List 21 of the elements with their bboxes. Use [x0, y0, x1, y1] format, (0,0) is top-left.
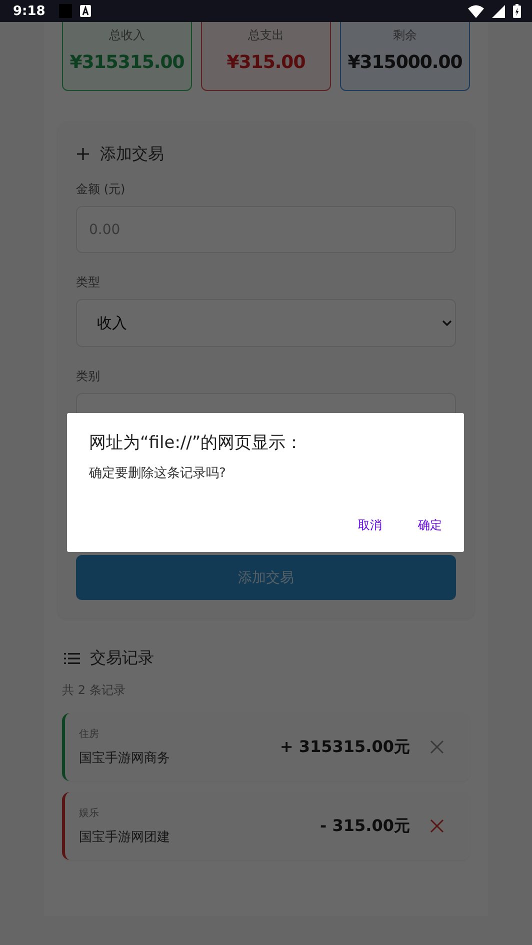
section-title: 添加交易 [100, 144, 164, 164]
record-note: 国宝手游网团建 [79, 829, 171, 846]
clock: 9:18 [13, 4, 46, 18]
record-amount: + 315315.00元 [280, 736, 410, 758]
dialog-message: 确定要删除这条记录吗? [89, 465, 227, 482]
summary-label: 剩余 [393, 27, 417, 44]
summary-label: 总支出 [248, 27, 284, 44]
summary-value: ¥315000.00 [348, 52, 462, 73]
summary-value: ¥315.00 [226, 52, 306, 73]
record-note: 国宝手游网商务 [79, 750, 171, 767]
summary-value: ¥315315.00 [70, 52, 184, 73]
field-label: 类别 [76, 368, 101, 385]
record-amount: - 315.00元 [320, 816, 410, 836]
summary-label: 总收入 [109, 27, 145, 44]
section-title: 交易记录 [90, 648, 154, 668]
dialog-button[interactable]: 确定 [410, 513, 450, 538]
field-label: 金额 (元) [76, 181, 126, 198]
select-field[interactable]: 收入 [76, 299, 456, 347]
field-label: 类型 [76, 274, 101, 291]
dialog-title: 网址为“file://”的网页显示： [89, 432, 304, 454]
dialog-button[interactable]: 取消 [350, 513, 390, 538]
